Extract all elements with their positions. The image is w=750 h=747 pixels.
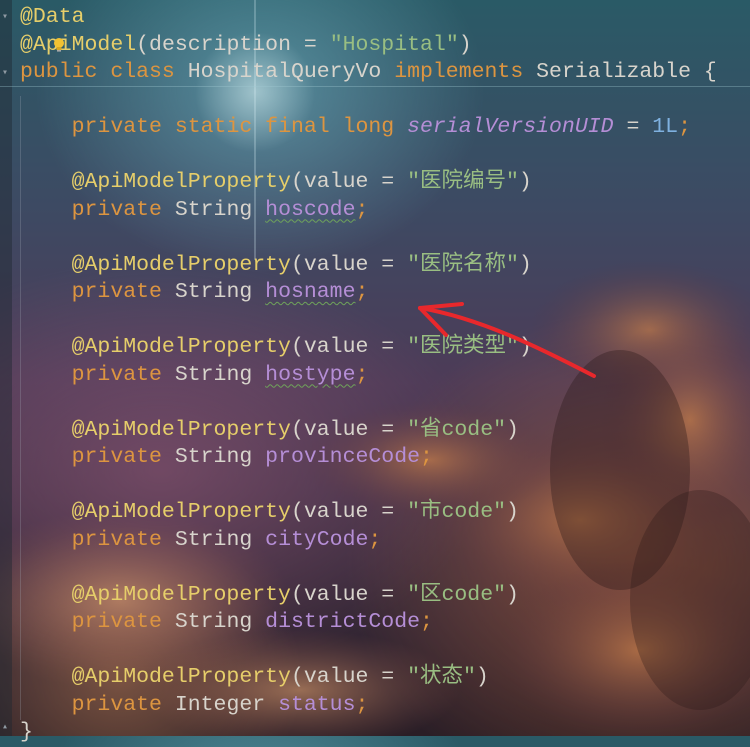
- red-arrow-annotation: [418, 302, 596, 378]
